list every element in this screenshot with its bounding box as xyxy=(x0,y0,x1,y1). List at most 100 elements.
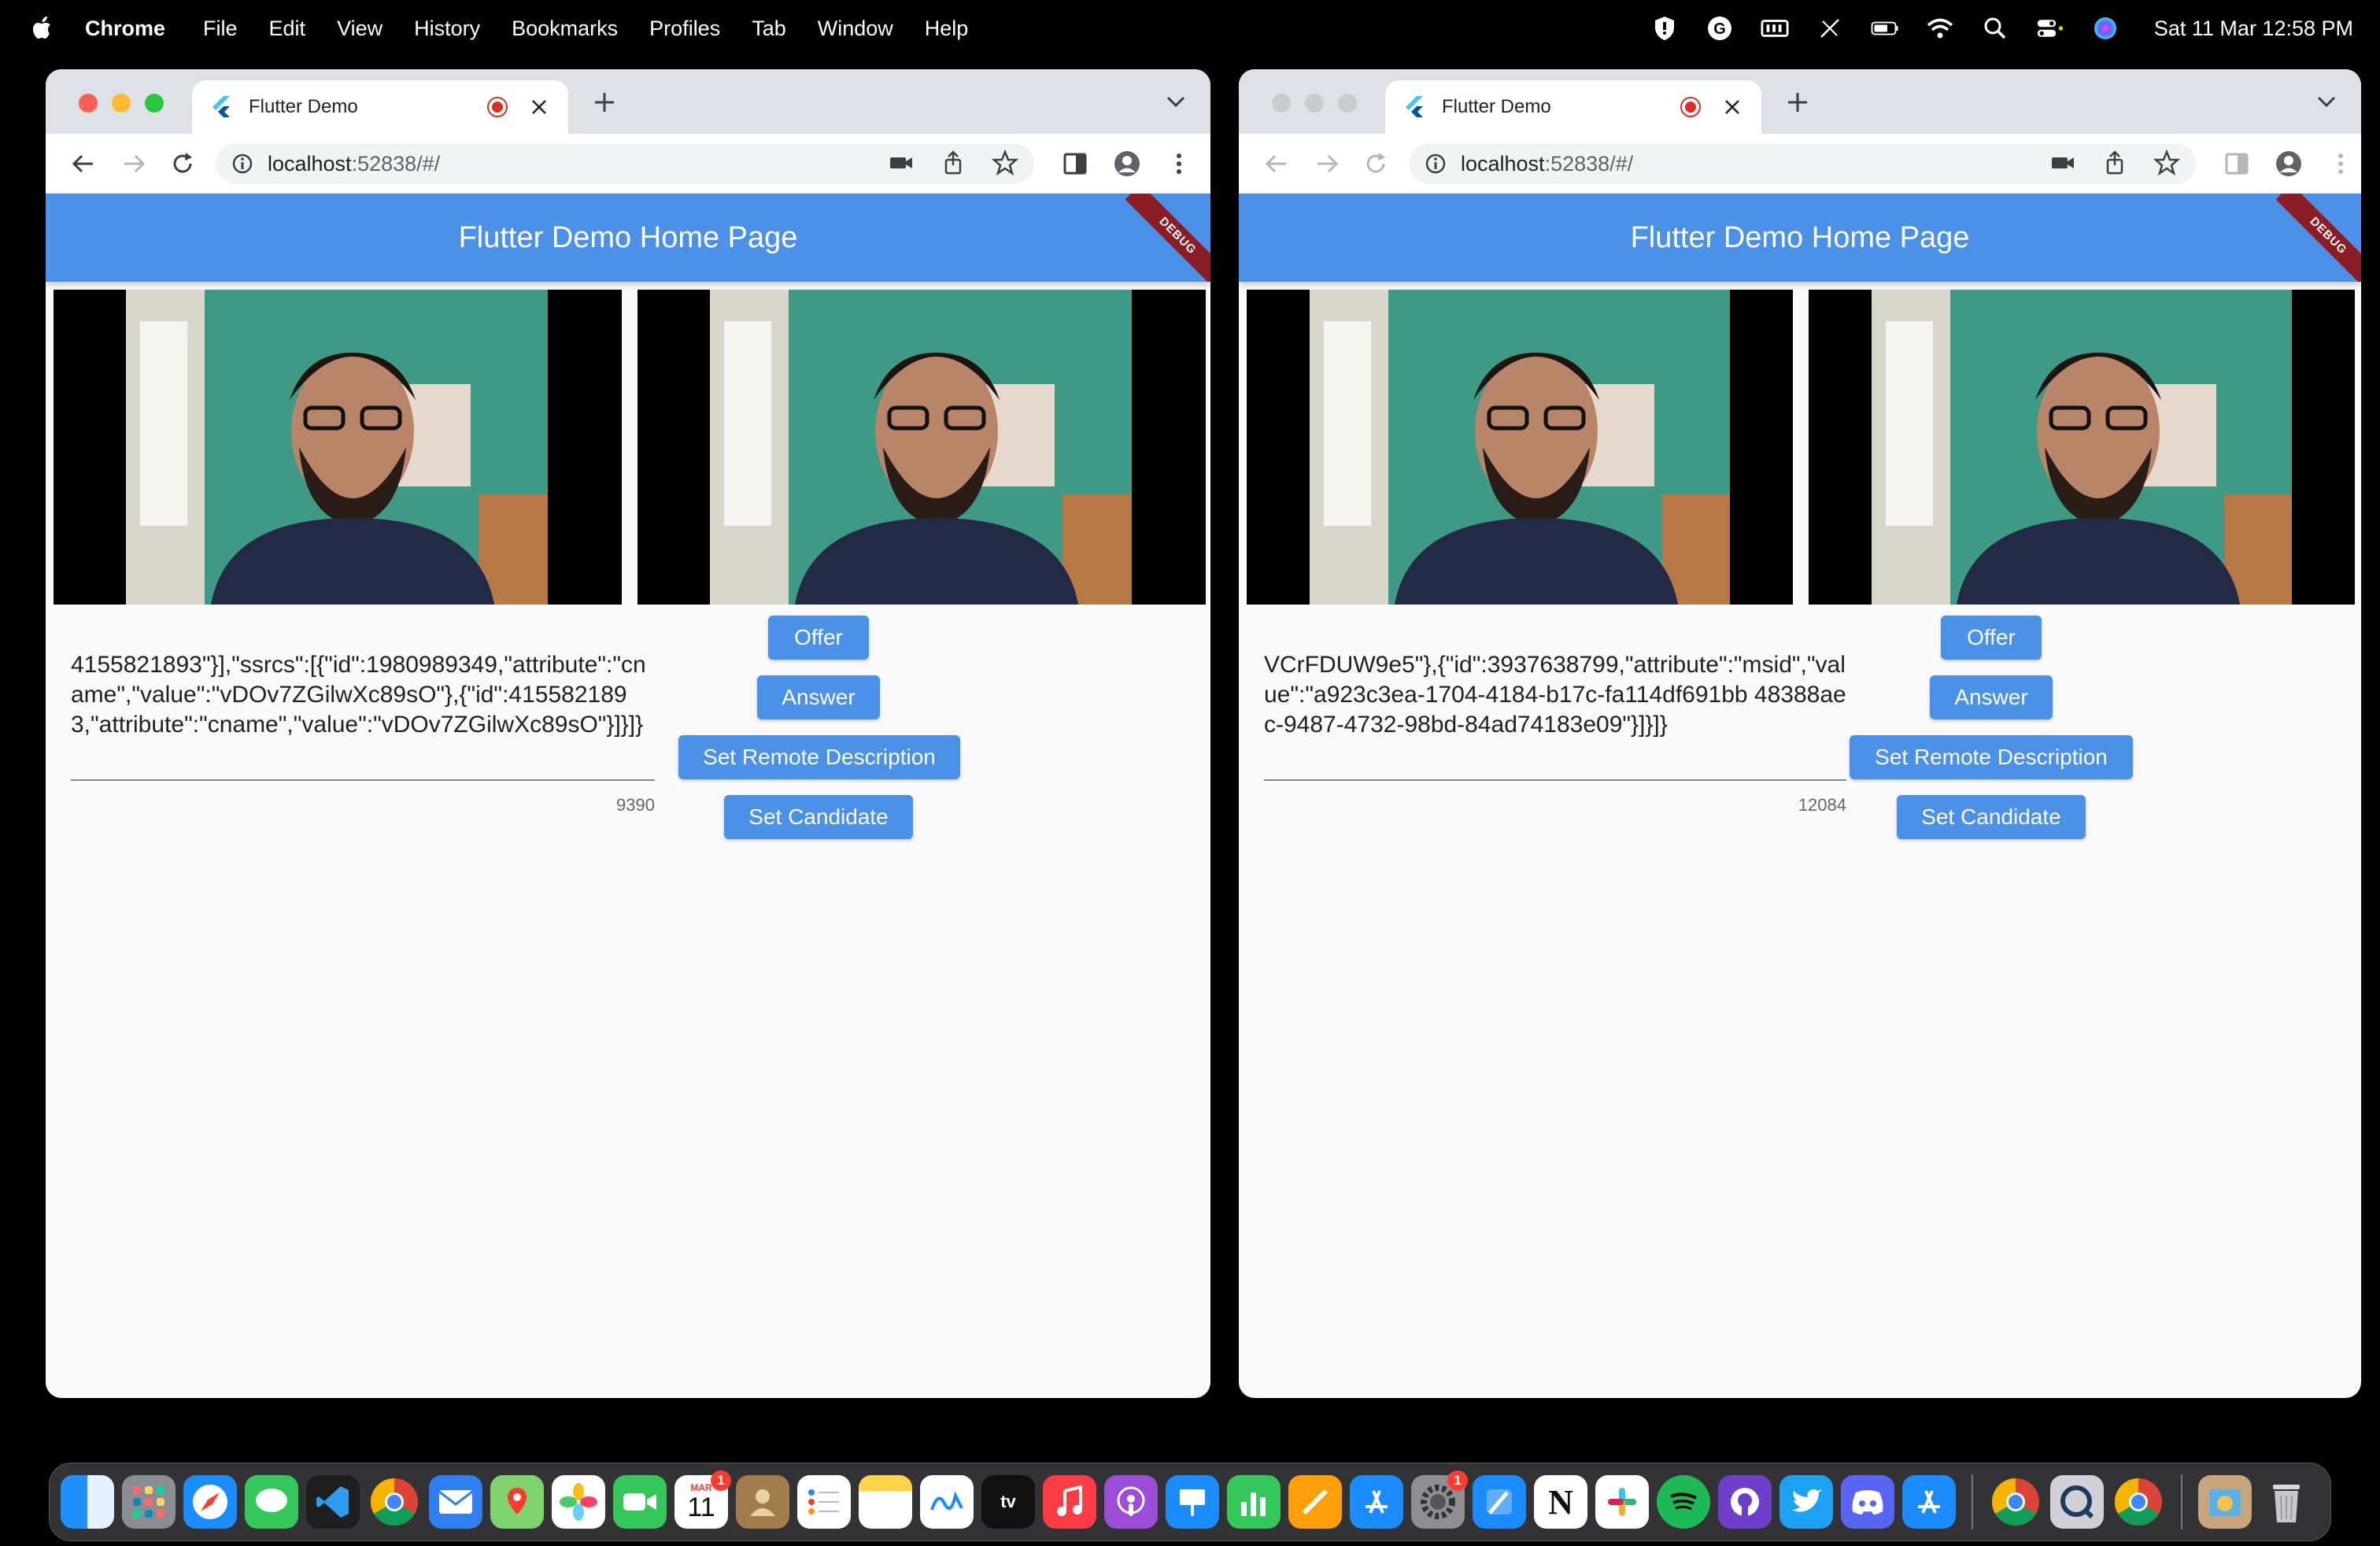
battery-icon[interactable] xyxy=(1871,14,1899,43)
window-zoom-button[interactable] xyxy=(145,94,164,113)
menu-help[interactable]: Help xyxy=(925,17,969,41)
notion-icon[interactable]: N xyxy=(1534,1475,1587,1529)
menu-profiles[interactable]: Profiles xyxy=(649,17,720,41)
menu-edit[interactable]: Edit xyxy=(269,17,306,41)
github-desktop-icon[interactable] xyxy=(1718,1475,1772,1529)
menu-window[interactable]: Window xyxy=(818,17,893,41)
chrome-icon[interactable] xyxy=(1989,1475,2042,1529)
apple-tv-icon[interactable]: tv xyxy=(981,1475,1035,1529)
profile-avatar-icon[interactable] xyxy=(1113,150,1141,178)
photos-icon[interactable] xyxy=(552,1475,605,1529)
answer-button[interactable]: Answer xyxy=(757,675,880,719)
tab-close-icon[interactable] xyxy=(1722,97,1743,117)
spotlight-search-icon[interactable] xyxy=(1981,14,2009,43)
safari-compass-icon[interactable] xyxy=(183,1475,237,1529)
share-icon[interactable] xyxy=(2101,150,2128,176)
mail-envelope-icon[interactable] xyxy=(429,1475,482,1529)
offer-button[interactable]: Offer xyxy=(768,616,869,660)
tab-search-chevron-down-icon[interactable] xyxy=(1165,93,1187,110)
shield-icon[interactable] xyxy=(1650,14,1679,43)
kebab-menu-icon[interactable] xyxy=(2326,150,2355,178)
vscode-icon[interactable] xyxy=(306,1475,360,1529)
app-store-secondary-icon[interactable] xyxy=(1902,1475,1956,1529)
pages-pen-icon[interactable] xyxy=(1288,1475,1342,1529)
discord-icon[interactable] xyxy=(1841,1475,1894,1529)
window-zoom-button[interactable] xyxy=(1338,94,1357,113)
profile-avatar-icon[interactable] xyxy=(2275,150,2303,178)
menu-file[interactable]: File xyxy=(203,17,238,41)
new-tab-plus-icon[interactable] xyxy=(589,87,620,118)
finder-icon[interactable] xyxy=(61,1475,114,1529)
control-center-icon[interactable] xyxy=(2036,14,2064,43)
notes-icon[interactable] xyxy=(859,1475,912,1529)
bookmark-star-icon[interactable] xyxy=(2153,150,2180,176)
maps-icon[interactable] xyxy=(490,1475,544,1529)
menu-history[interactable]: History xyxy=(414,17,480,41)
music-note-icon[interactable] xyxy=(1043,1475,1096,1529)
menu-view[interactable]: View xyxy=(337,17,382,41)
siri-icon[interactable] xyxy=(2091,14,2119,43)
set-candidate-button[interactable]: Set Candidate xyxy=(724,795,913,839)
new-tab-plus-icon[interactable] xyxy=(1782,87,1813,118)
grammarly-icon[interactable]: G xyxy=(1706,14,1734,43)
side-panel-icon[interactable] xyxy=(1061,150,1089,178)
freeform-icon[interactable] xyxy=(920,1475,974,1529)
set-candidate-button[interactable]: Set Candidate xyxy=(1897,795,2086,839)
messages-icon[interactable] xyxy=(245,1475,298,1529)
tab-search-chevron-down-icon[interactable] xyxy=(2315,93,2338,110)
menu-bookmarks[interactable]: Bookmarks xyxy=(512,17,618,41)
share-icon[interactable] xyxy=(940,150,966,176)
back-arrow-icon[interactable] xyxy=(1262,150,1291,178)
xcode-hammer-icon[interactable] xyxy=(1473,1475,1526,1529)
address-bar[interactable]: localhost:52838/#/ xyxy=(216,143,1034,184)
keynote-icon[interactable] xyxy=(1166,1475,1219,1529)
numbers-chart-icon[interactable] xyxy=(1227,1475,1281,1529)
kebab-menu-icon[interactable] xyxy=(1165,150,1193,178)
side-panel-icon[interactable] xyxy=(2223,150,2251,178)
menu-tab[interactable]: Tab xyxy=(752,17,786,41)
bookmark-star-icon[interactable] xyxy=(992,150,1018,176)
reminders-list-icon[interactable] xyxy=(797,1475,851,1529)
offer-button[interactable]: Offer xyxy=(1941,616,2042,660)
chrome-icon[interactable] xyxy=(368,1475,421,1529)
window-close-button[interactable] xyxy=(79,94,98,113)
site-info-icon[interactable] xyxy=(1425,153,1447,175)
set-remote-description-button[interactable]: Set Remote Description xyxy=(678,735,960,779)
preview-folder-icon[interactable] xyxy=(2198,1475,2252,1529)
camera-in-use-icon[interactable] xyxy=(888,150,915,176)
forward-arrow-icon[interactable] xyxy=(120,150,148,178)
camera-in-use-icon[interactable] xyxy=(2049,150,2076,176)
menu-app-name[interactable]: Chrome xyxy=(85,17,165,41)
window-minimize-button[interactable] xyxy=(1305,94,1324,113)
answer-button[interactable]: Answer xyxy=(1930,675,2053,719)
sdp-text-field[interactable]: VCrFDUW9e5"},{"id":3937638799,"attribute… xyxy=(1264,650,1846,740)
calendar-icon[interactable]: MAR 11 1 xyxy=(674,1470,731,1529)
address-bar[interactable]: localhost:52838/#/ xyxy=(1409,143,2196,184)
tab-close-icon[interactable] xyxy=(529,97,549,117)
facetime-video-icon[interactable] xyxy=(613,1475,667,1529)
contacts-icon[interactable] xyxy=(736,1475,789,1529)
system-settings-gear-icon[interactable]: 1 xyxy=(1411,1470,1468,1529)
menubar-clock[interactable]: Sat 11 Mar 12:58 PM xyxy=(2154,17,2353,41)
reload-icon[interactable] xyxy=(168,150,197,178)
set-remote-description-button[interactable]: Set Remote Description xyxy=(1850,735,2133,779)
slack-icon[interactable] xyxy=(1595,1475,1649,1529)
reload-icon[interactable] xyxy=(1362,150,1390,178)
chrome-icon[interactable] xyxy=(2112,1475,2165,1529)
back-arrow-icon[interactable] xyxy=(69,150,98,178)
site-info-icon[interactable] xyxy=(231,153,253,175)
launchpad-icon[interactable] xyxy=(122,1475,176,1529)
window-minimize-button[interactable] xyxy=(112,94,131,113)
twitter-bird-icon[interactable] xyxy=(1779,1475,1833,1529)
sdp-text-field[interactable]: 4155821893"}],"ssrcs":[{"id":1980989349,… xyxy=(71,650,655,740)
window-close-button[interactable] xyxy=(1272,94,1291,113)
quicktime-icon[interactable] xyxy=(2050,1475,2104,1529)
wifi-icon[interactable] xyxy=(1926,14,1954,43)
forward-arrow-icon[interactable] xyxy=(1313,150,1341,178)
tab-flutter-demo[interactable]: Flutter Demo xyxy=(1385,80,1761,134)
memory-icon[interactable] xyxy=(1761,14,1789,43)
podcasts-icon[interactable] xyxy=(1104,1475,1158,1529)
app-store-icon[interactable] xyxy=(1350,1475,1403,1529)
tab-flutter-demo[interactable]: Flutter Demo xyxy=(192,80,568,134)
spotify-icon[interactable] xyxy=(1657,1475,1710,1529)
